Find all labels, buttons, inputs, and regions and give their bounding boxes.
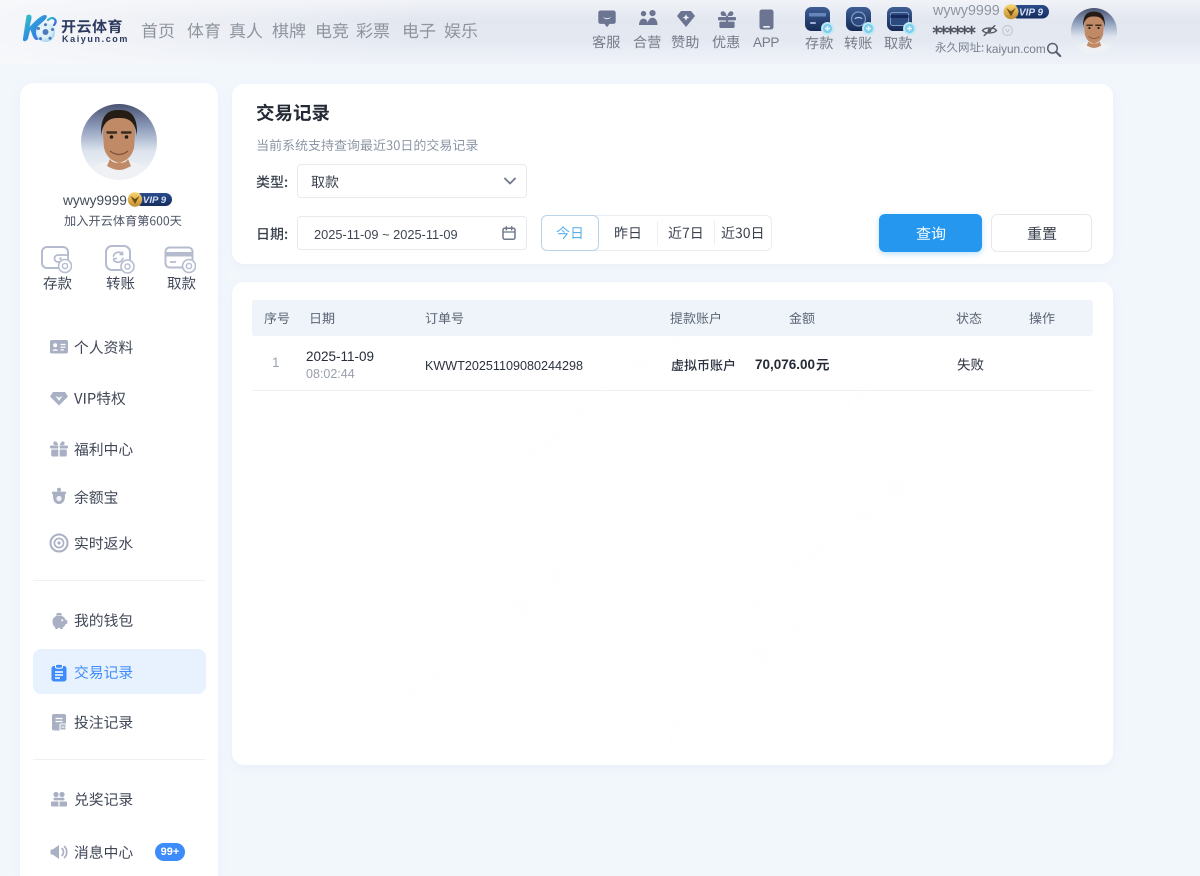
svg-text:VIP 9: VIP 9 xyxy=(1019,8,1043,19)
svg-text:VIP 9: VIP 9 xyxy=(143,195,167,206)
